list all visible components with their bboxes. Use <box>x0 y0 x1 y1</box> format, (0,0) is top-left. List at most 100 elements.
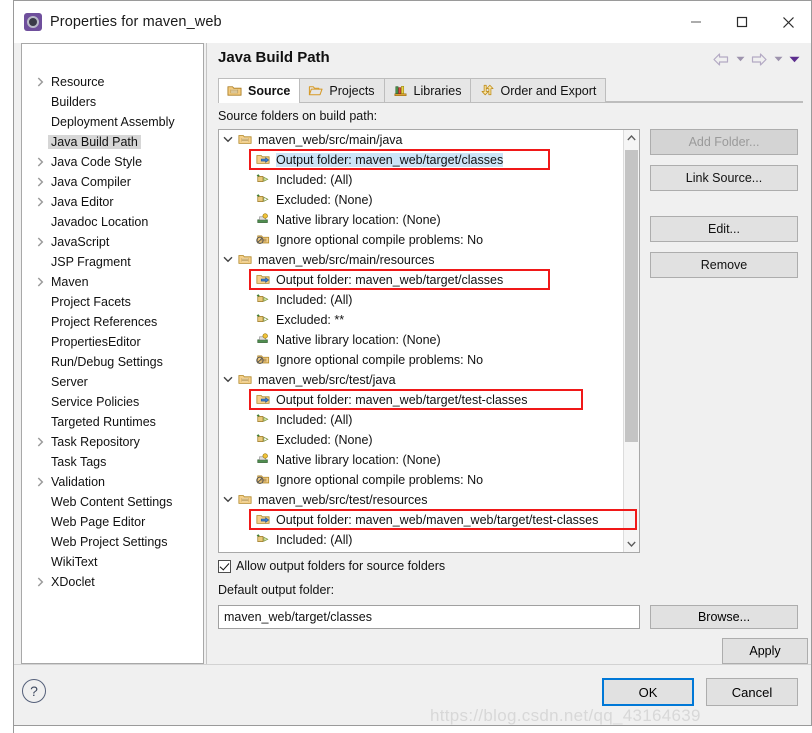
table-row[interactable]: Output folder: maven_web/target/test-cla… <box>219 390 623 410</box>
allow-output-folders-checkbox[interactable]: Allow output folders for source folders <box>218 559 445 573</box>
sidebar-item-label: Server <box>51 375 88 389</box>
chevron-right-icon[interactable] <box>32 477 48 487</box>
sidebar-item-jsp-fragment[interactable]: JSP Fragment <box>30 252 201 272</box>
chevron-down-icon[interactable] <box>219 375 237 386</box>
view-menu-chevron-down-filled-icon[interactable] <box>787 50 801 68</box>
table-row[interactable]: Included: (All) <box>219 530 623 550</box>
build-path-tabs[interactable]: Source Projects Libraries Order and Export <box>218 78 803 103</box>
sidebar-item-project-facets[interactable]: Project Facets <box>30 292 201 312</box>
table-row[interactable]: Output folder: maven_web/maven_web/targe… <box>219 510 623 530</box>
chevron-right-icon[interactable] <box>32 177 48 187</box>
question-mark-icon[interactable]: ? <box>22 679 46 703</box>
sidebar-item-web-project-settings[interactable]: Web Project Settings <box>30 532 201 552</box>
arrow-right-icon[interactable] <box>749 50 769 68</box>
table-row[interactable]: maven_web/src/main/resources <box>219 250 623 270</box>
build-path-page: Java Build Path Source Projects Librarie… <box>206 43 811 664</box>
table-row[interactable]: Ignore optional compile problems: No <box>219 230 623 250</box>
remove-button[interactable]: Remove <box>650 252 798 278</box>
table-row[interactable]: Native library location: (None) <box>219 450 623 470</box>
maximize-button[interactable] <box>719 1 765 43</box>
table-row[interactable]: Excluded: (None) <box>219 190 623 210</box>
default-output-folder-input[interactable] <box>218 605 640 629</box>
table-row[interactable]: Ignore optional compile problems: No <box>219 470 623 490</box>
sidebar-item-validation[interactable]: Validation <box>30 472 201 492</box>
sidebar-item-task-repository[interactable]: Task Repository <box>30 432 201 452</box>
vertical-scrollbar[interactable] <box>623 130 639 552</box>
sidebar-item-javascript[interactable]: JavaScript <box>30 232 201 252</box>
sidebar-item-xdoclet[interactable]: XDoclet <box>30 572 201 592</box>
page-nav-controls <box>711 50 801 68</box>
ok-button[interactable]: OK <box>602 678 694 706</box>
table-row[interactable]: maven_web/src/test/resources <box>219 490 623 510</box>
table-row[interactable]: Output folder: maven_web/target/classes <box>219 150 623 170</box>
edit-button[interactable]: Edit... <box>650 216 798 242</box>
table-row[interactable]: Excluded: (None) <box>219 430 623 450</box>
sidebar-item-builders[interactable]: Builders <box>30 92 201 112</box>
chevron-down-icon[interactable] <box>219 135 237 146</box>
chevron-right-icon[interactable] <box>32 277 48 287</box>
sidebar-item-resource[interactable]: Resource <box>30 72 201 92</box>
arrow-left-icon[interactable] <box>711 50 731 68</box>
sidebar-item-java-compiler[interactable]: Java Compiler <box>30 172 201 192</box>
included-icon <box>255 172 272 188</box>
scroll-down-chevron-down-icon[interactable] <box>624 536 639 552</box>
close-button[interactable] <box>765 1 811 43</box>
chevron-right-icon[interactable] <box>32 577 48 587</box>
table-row[interactable]: maven_web/src/test/java <box>219 370 623 390</box>
cancel-button[interactable]: Cancel <box>706 678 798 706</box>
scrollbar-thumb[interactable] <box>625 150 638 442</box>
tab-projects[interactable]: Projects <box>299 78 385 102</box>
back-history-chevron-down-icon[interactable] <box>733 50 747 68</box>
sidebar-item-java-code-style[interactable]: Java Code Style <box>30 152 201 172</box>
sidebar-item-targeted-runtimes[interactable]: Targeted Runtimes <box>30 412 201 432</box>
sidebar-item-java-build-path[interactable]: Java Build Path <box>30 132 201 152</box>
chevron-right-icon[interactable] <box>32 437 48 447</box>
sidebar-item-deployment-assembly[interactable]: Deployment Assembly <box>30 112 201 132</box>
chevron-right-icon[interactable] <box>32 157 48 167</box>
table-row[interactable]: Ignore optional compile problems: No <box>219 350 623 370</box>
settings-tree[interactable]: Resource Builders Deployment Assembly Java … <box>30 72 201 663</box>
chevron-right-icon[interactable] <box>32 237 48 247</box>
table-row[interactable]: maven_web/src/main/java <box>219 130 623 150</box>
link-source-button[interactable]: Link Source... <box>650 165 798 191</box>
row-label: Output folder: maven_web/target/classes <box>276 273 504 287</box>
chevron-right-icon[interactable] <box>32 77 48 87</box>
table-row[interactable]: Native library location: (None) <box>219 330 623 350</box>
tab-order-and-export[interactable]: Order and Export <box>470 78 607 102</box>
sidebar-item-task-tags[interactable]: Task Tags <box>30 452 201 472</box>
sidebar-item-java-editor[interactable]: Java Editor <box>30 192 201 212</box>
chevron-down-icon[interactable] <box>219 255 237 266</box>
excluded-icon <box>255 192 272 208</box>
apply-button[interactable]: Apply <box>722 638 808 664</box>
row-label: Included: (All) <box>276 173 353 187</box>
table-row[interactable]: Included: (All) <box>219 410 623 430</box>
table-row[interactable]: Native library location: (None) <box>219 210 623 230</box>
table-row[interactable]: Included: (All) <box>219 170 623 190</box>
sidebar-item-project-references[interactable]: Project References <box>30 312 201 332</box>
sidebar-item-run-debug-settings[interactable]: Run/Debug Settings <box>30 352 201 372</box>
add-folder-button[interactable]: Add Folder... <box>650 129 798 155</box>
row-label: Included: (All) <box>276 413 353 427</box>
sidebar-item-label: Resource <box>51 75 105 89</box>
output-folder-icon <box>255 392 272 408</box>
minimize-button[interactable] <box>673 1 719 43</box>
table-row[interactable]: Excluded: ** <box>219 310 623 330</box>
chevron-down-icon[interactable] <box>219 495 237 506</box>
sidebar-item-propertieseditor[interactable]: PropertiesEditor <box>30 332 201 352</box>
tab-source[interactable]: Source <box>218 78 301 103</box>
sidebar-item-wikitext[interactable]: WikiText <box>30 552 201 572</box>
sidebar-item-server[interactable]: Server <box>30 372 201 392</box>
table-row[interactable]: Included: (All) <box>219 290 623 310</box>
browse-button[interactable]: Browse... <box>650 605 798 629</box>
sidebar-item-web-content-settings[interactable]: Web Content Settings <box>30 492 201 512</box>
table-row[interactable]: Output folder: maven_web/target/classes <box>219 270 623 290</box>
forward-history-chevron-down-icon[interactable] <box>771 50 785 68</box>
tab-libraries[interactable]: Libraries <box>383 78 472 102</box>
scroll-up-chevron-up-icon[interactable] <box>624 130 639 146</box>
source-folders-list[interactable]: maven_web/src/main/java Output folder: ma… <box>218 129 640 553</box>
sidebar-item-service-policies[interactable]: Service Policies <box>30 392 201 412</box>
sidebar-item-javadoc-location[interactable]: Javadoc Location <box>30 212 201 232</box>
sidebar-item-maven[interactable]: Maven <box>30 272 201 292</box>
sidebar-item-web-page-editor[interactable]: Web Page Editor <box>30 512 201 532</box>
chevron-right-icon[interactable] <box>32 197 48 207</box>
